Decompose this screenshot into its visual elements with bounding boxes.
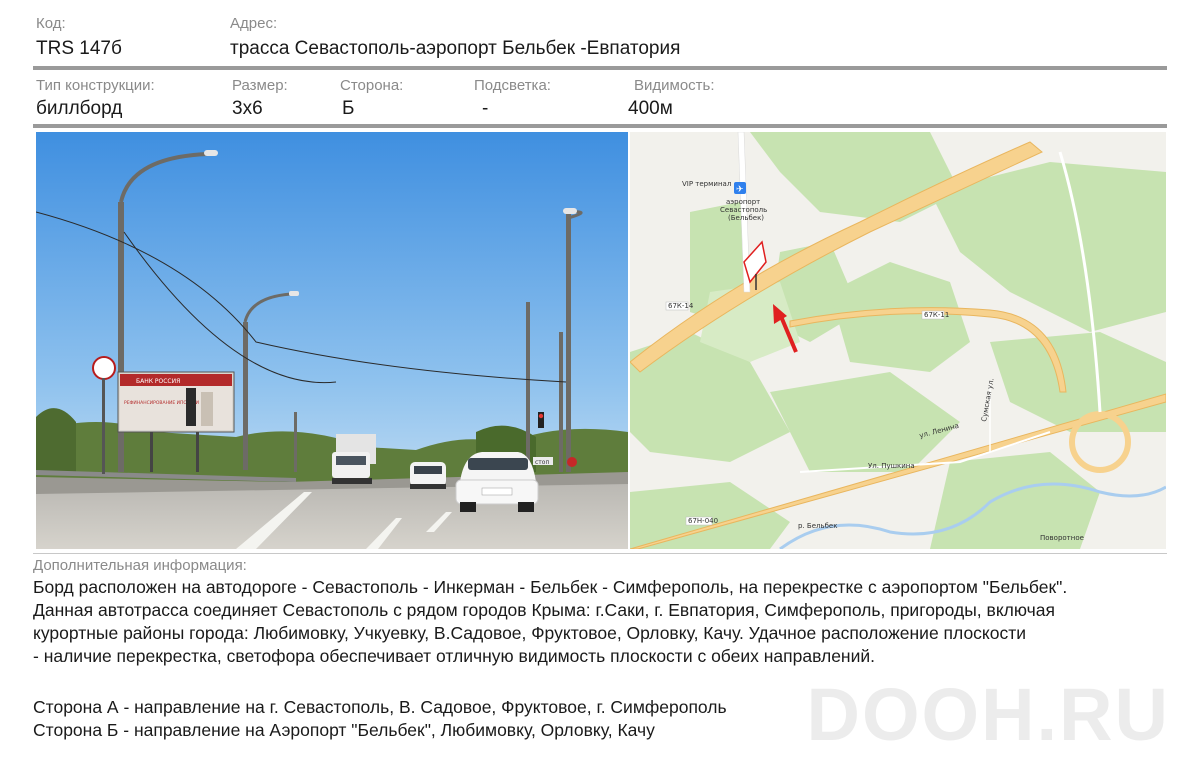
visibility-value: 400м: [628, 98, 673, 119]
info-line-2: Данная автотрасса соединяет Севастополь …: [33, 600, 1055, 620]
road-photo-illustration: БАНК РОССИЯ РЕФИНАНСИРОВАНИЕ ИПОТЕКИ сто…: [36, 132, 628, 549]
airport-plane-icon: ✈: [736, 185, 744, 195]
map-river-label: р. Бельбек: [798, 522, 837, 530]
location-map: ✈ VIP терминал аэропорт Севастополь (Бел…: [630, 132, 1166, 549]
location-photo: БАНК РОССИЯ РЕФИНАНСИРОВАНИЕ ИПОТЕКИ сто…: [36, 132, 628, 549]
info-label: Дополнительная информация:: [33, 557, 247, 574]
specs-divider: [33, 124, 1167, 128]
info-line-1: Борд расположен на автодороге - Севастоп…: [33, 577, 1068, 597]
map-vip-terminal: VIP терминал: [682, 180, 731, 188]
visibility-label: Видимость:: [634, 77, 715, 94]
map-street-pushkina: Ул. Пушкина: [868, 462, 915, 470]
code-value: TRS 147б: [36, 38, 122, 59]
billboard-brand-text: БАНК РОССИЯ: [136, 378, 180, 385]
code-label: Код:: [36, 15, 66, 32]
map-airport-line3: (Бельбек): [728, 214, 764, 222]
info-line-3: курортные районы города: Любимовку, Учку…: [33, 623, 1027, 643]
side-label: Сторона:: [340, 77, 404, 94]
address-label: Адрес:: [230, 15, 278, 32]
map-airport-line2: Севастополь: [720, 206, 767, 214]
map-illustration: ✈ VIP терминал аэропорт Севастополь (Бел…: [630, 132, 1166, 549]
type-value: биллборд: [36, 98, 123, 119]
map-road-67k14: 67К-14: [668, 302, 694, 310]
light-value: -: [482, 98, 489, 119]
type-label: Тип конструкции:: [36, 77, 155, 94]
info-text: Борд расположен на автодороге - Севастоп…: [33, 576, 1173, 668]
side-b-text: Сторона Б - направление на Аэропорт "Бел…: [33, 720, 655, 740]
map-road-67n: 67Н-040: [688, 517, 718, 525]
side-value: Б: [342, 98, 355, 119]
info-line-4: - наличие перекрестка, светофора обеспеч…: [33, 646, 876, 666]
map-village-label: Поворотное: [1040, 534, 1084, 542]
header-divider: [33, 66, 1167, 70]
stop-sign-text: стоп: [535, 459, 549, 466]
size-label: Размер:: [232, 77, 288, 94]
sides-text: Сторона А - направление на г. Севастопол…: [33, 696, 833, 742]
info-divider: [33, 553, 1167, 554]
side-a-text: Сторона А - направление на г. Севастопол…: [33, 697, 727, 717]
map-road-67k11: 67К-11: [924, 311, 949, 319]
address-value: трасса Севастополь-аэропорт Бельбек -Евп…: [230, 38, 681, 59]
size-value: 3x6: [232, 98, 263, 119]
watermark: DOOH.RU: [806, 673, 1170, 756]
map-airport-line1: аэропорт: [726, 198, 760, 206]
light-label: Подсветка:: [474, 77, 551, 94]
